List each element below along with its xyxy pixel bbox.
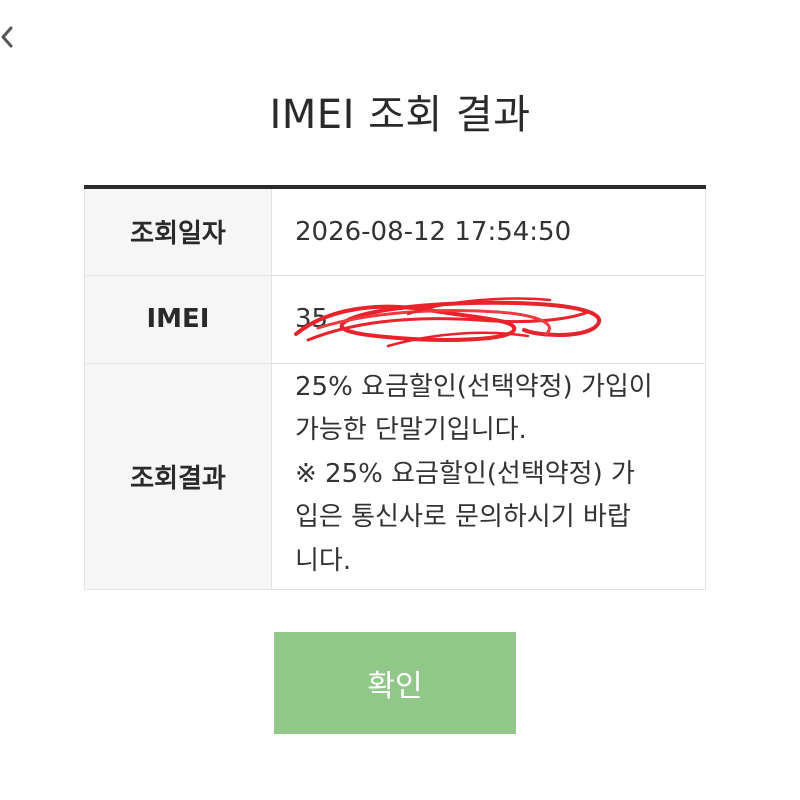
table-row: 조회일자 2026-08-12 17:54:50 bbox=[84, 187, 706, 276]
inquiry-date-label: 조회일자 bbox=[84, 187, 272, 276]
result-text-line: 입은 통신사로 문의하시기 바랍 bbox=[295, 502, 631, 532]
result-text-line: 25% 요금할인(선택약정) 가입이 bbox=[295, 371, 653, 402]
inquiry-date-value: 2026-08-12 17:54:50 bbox=[271, 187, 706, 276]
confirm-button[interactable]: 확인 bbox=[274, 632, 516, 734]
result-table: 조회일자 2026-08-12 17:54:50 IMEI 35 조회결과 25… bbox=[84, 185, 706, 590]
inquiry-result-label: 조회결과 bbox=[84, 363, 272, 590]
imei-value-cell: 35 bbox=[271, 275, 706, 364]
table-row: 조회결과 25% 요금할인(선택약정) 가입이 가능한 단말기입니다. ※ 25… bbox=[84, 363, 706, 590]
result-text-line: 니다. bbox=[295, 545, 352, 576]
imei-result-page: IMEI 조회 결과 조회일자 2026-08-12 17:54:50 IMEI… bbox=[0, 0, 800, 800]
imei-value: 35 bbox=[295, 304, 329, 334]
redaction-scribble bbox=[294, 296, 602, 347]
result-text-line: 가능한 단말기입니다. bbox=[295, 415, 527, 445]
page-title: IMEI 조회 결과 bbox=[269, 92, 531, 138]
result-text-line: ※ 25% 요금할인(선택약정) 가 bbox=[295, 458, 635, 489]
inquiry-result-value: 25% 요금할인(선택약정) 가입이 가능한 단말기입니다. ※ 25% 요금할… bbox=[271, 363, 706, 590]
table-row: IMEI 35 bbox=[84, 275, 706, 364]
imei-label: IMEI bbox=[84, 275, 272, 364]
back-button[interactable] bbox=[0, 22, 18, 52]
chevron-left-icon bbox=[1, 26, 13, 48]
